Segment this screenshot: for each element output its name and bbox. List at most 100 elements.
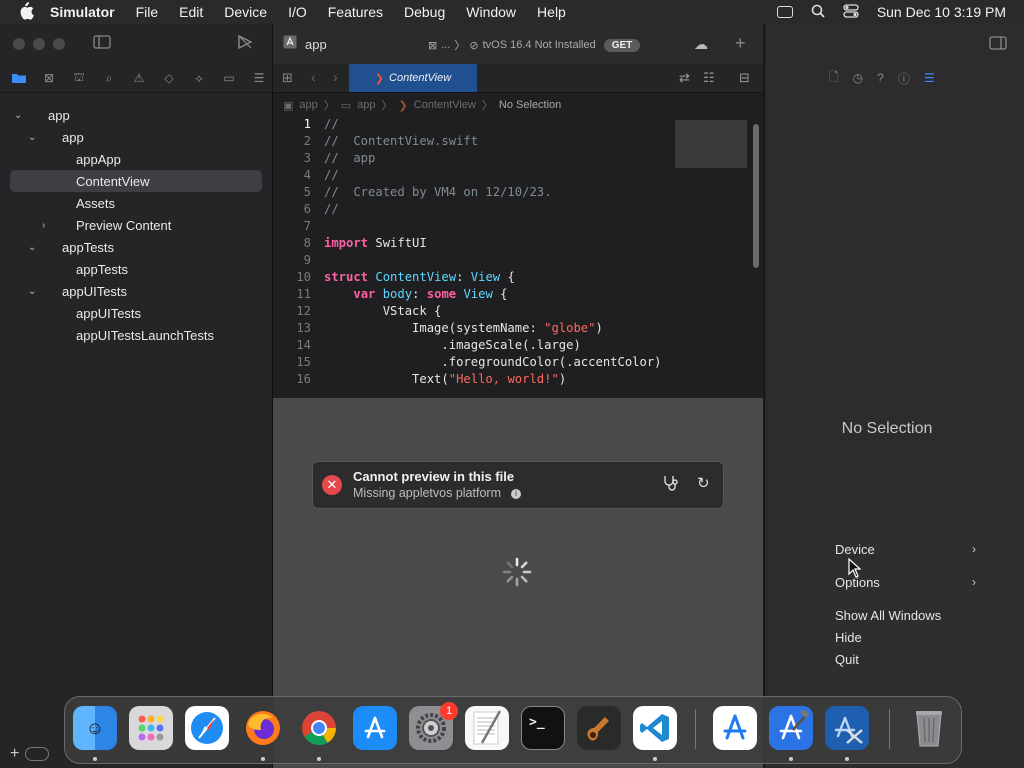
menu-io[interactable]: I/O bbox=[288, 4, 307, 20]
control-center-icon[interactable] bbox=[843, 3, 859, 21]
grid-icon[interactable]: ⊞ bbox=[282, 70, 293, 86]
menu-debug[interactable]: Debug bbox=[404, 4, 445, 20]
report-icon[interactable]: ☰ bbox=[249, 70, 269, 86]
back-arrow-icon[interactable]: ‹ bbox=[311, 69, 316, 85]
add-tab-icon[interactable]: + bbox=[735, 33, 746, 54]
vscode-icon[interactable] bbox=[633, 706, 677, 750]
source-control-icon[interactable]: ⊠ bbox=[39, 70, 59, 86]
identity-icon[interactable]: ⓘ bbox=[898, 70, 910, 87]
tree-row[interactable]: appUITests bbox=[0, 302, 272, 324]
breadcrumb: ▣ app 〉 ▭ app 〉 ❯ ContentView 〉 No Selec… bbox=[273, 93, 763, 117]
debug-spray-icon[interactable]: ⟡ bbox=[189, 70, 209, 86]
chevron-right-icon[interactable]: › bbox=[42, 220, 45, 231]
info-icon[interactable]: i bbox=[510, 489, 521, 499]
zoom-window-button[interactable] bbox=[53, 38, 65, 50]
add-file-icon[interactable]: + bbox=[10, 745, 19, 763]
app-store-icon[interactable] bbox=[353, 706, 397, 750]
menu-device[interactable]: Device bbox=[224, 4, 267, 20]
tree-row-selected[interactable]: ContentView bbox=[10, 170, 262, 192]
garageband-icon[interactable] bbox=[577, 706, 621, 750]
menu-edit[interactable]: Edit bbox=[179, 4, 203, 20]
editor-scrollbar[interactable] bbox=[753, 124, 759, 268]
menu-item-device[interactable]: Device bbox=[835, 542, 875, 557]
tree-row[interactable]: appUITestsLaunchTests bbox=[0, 324, 272, 346]
folder-icon[interactable] bbox=[9, 70, 29, 86]
run-icon[interactable] bbox=[237, 34, 253, 54]
forward-arrow-icon[interactable]: › bbox=[333, 69, 338, 85]
instruments-icon[interactable] bbox=[713, 706, 757, 750]
editor-options-icon[interactable]: ☷ bbox=[703, 70, 715, 86]
dock-separator bbox=[695, 709, 696, 749]
diagnostics-stethoscope-icon[interactable] bbox=[663, 475, 681, 494]
menu-file[interactable]: File bbox=[136, 4, 159, 20]
safari-icon[interactable] bbox=[185, 706, 229, 750]
symbol-hierarchy-icon[interactable]: ⛫ bbox=[69, 70, 89, 86]
tree-row[interactable]: appTests bbox=[0, 258, 272, 280]
chevron-down-icon[interactable]: ⌄ bbox=[28, 132, 36, 143]
tree-row[interactable]: appApp bbox=[0, 148, 272, 170]
menu-app-name[interactable]: Simulator bbox=[50, 4, 115, 20]
firefox-icon[interactable] bbox=[241, 706, 285, 750]
breadcrumb-item[interactable]: No Selection bbox=[499, 99, 561, 111]
tree-row[interactable]: ⌄ app bbox=[0, 104, 272, 126]
cloud-icon[interactable]: ☁ bbox=[694, 36, 708, 53]
breakpoint-icon[interactable]: ▭ bbox=[219, 70, 239, 86]
spotlight-icon[interactable] bbox=[811, 4, 825, 21]
scheme-selector[interactable]: ⊠ ... 〉 ⊘ tvOS 16.4 Not Installed GET bbox=[428, 35, 641, 55]
tree-row[interactable]: ⌄ app bbox=[0, 126, 272, 148]
screen-mirroring-icon[interactable] bbox=[776, 6, 793, 18]
tree-row[interactable]: ⌄ appTests bbox=[0, 236, 272, 258]
terminal-icon[interactable]: >_ bbox=[521, 706, 565, 750]
destination-label[interactable]: tvOS 16.4 Not Installed bbox=[483, 39, 596, 51]
apple-icon[interactable] bbox=[18, 1, 36, 23]
mouse-cursor-icon bbox=[848, 558, 862, 578]
split-editor-icon[interactable]: ⊟ bbox=[739, 70, 750, 86]
tree-row[interactable]: ⌄ appUITests bbox=[0, 280, 272, 302]
finder-icon[interactable]: ☺ bbox=[73, 706, 117, 750]
menu-item-quit[interactable]: Quit bbox=[835, 652, 859, 667]
close-window-button[interactable] bbox=[13, 38, 25, 50]
breadcrumb-item[interactable]: app bbox=[357, 99, 375, 111]
menu-item-show-all-windows[interactable]: Show All Windows bbox=[835, 608, 941, 623]
menu-clock[interactable]: Sun Dec 10 3:19 PM bbox=[877, 4, 1006, 20]
swap-icon[interactable]: ⇄ bbox=[679, 70, 690, 86]
minimap[interactable] bbox=[675, 120, 747, 168]
help-icon[interactable]: ? bbox=[877, 71, 884, 85]
sidebar-toggle-icon[interactable] bbox=[93, 34, 111, 54]
breadcrumb-item[interactable]: ContentView bbox=[414, 99, 476, 111]
refresh-icon[interactable]: ↻ bbox=[697, 474, 710, 492]
preview-error-card: ✕ Cannot preview in this file Missing ap… bbox=[312, 461, 724, 509]
tab-contentview[interactable]: ❯ ContentView bbox=[349, 64, 477, 92]
menu-help[interactable]: Help bbox=[537, 4, 566, 20]
simulator-icon[interactable] bbox=[825, 706, 869, 750]
filter-icon[interactable] bbox=[25, 747, 50, 761]
tree-label: Assets bbox=[76, 195, 116, 211]
tree-row[interactable]: › Preview Content bbox=[0, 214, 272, 236]
attributes-icon[interactable]: ☰ bbox=[924, 71, 935, 85]
get-button[interactable]: GET bbox=[603, 38, 641, 52]
line-number: 11 bbox=[296, 287, 311, 301]
xcode-icon[interactable] bbox=[769, 706, 813, 750]
breadcrumb-item[interactable]: app bbox=[299, 99, 317, 111]
menu-item-hide[interactable]: Hide bbox=[835, 630, 862, 645]
chrome-icon[interactable] bbox=[297, 706, 341, 750]
minimize-window-button[interactable] bbox=[33, 38, 45, 50]
menu-window[interactable]: Window bbox=[466, 4, 516, 20]
code-text: // bbox=[324, 202, 339, 216]
find-icon[interactable]: ⌕ bbox=[99, 70, 119, 86]
trash-icon[interactable] bbox=[907, 706, 951, 750]
tree-row[interactable]: Assets bbox=[0, 192, 272, 214]
file-inspector-icon[interactable]: 🗋 bbox=[829, 68, 839, 89]
textedit-icon[interactable] bbox=[465, 706, 509, 750]
inspector-toggle-icon[interactable] bbox=[989, 36, 1007, 55]
chevron-down-icon[interactable]: ⌄ bbox=[28, 242, 36, 253]
chevron-down-icon[interactable]: ⌄ bbox=[14, 110, 22, 121]
history-icon[interactable]: ◷ bbox=[853, 71, 863, 85]
menu-features[interactable]: Features bbox=[328, 4, 383, 20]
chevron-right-icon: › bbox=[972, 575, 976, 589]
tests-diamond-icon[interactable]: ◇ bbox=[159, 70, 179, 86]
chevron-down-icon[interactable]: ⌄ bbox=[28, 286, 36, 297]
issues-warning-icon[interactable]: ⚠ bbox=[129, 70, 149, 86]
project-name[interactable]: app bbox=[305, 37, 327, 52]
launchpad-icon[interactable] bbox=[129, 706, 173, 750]
